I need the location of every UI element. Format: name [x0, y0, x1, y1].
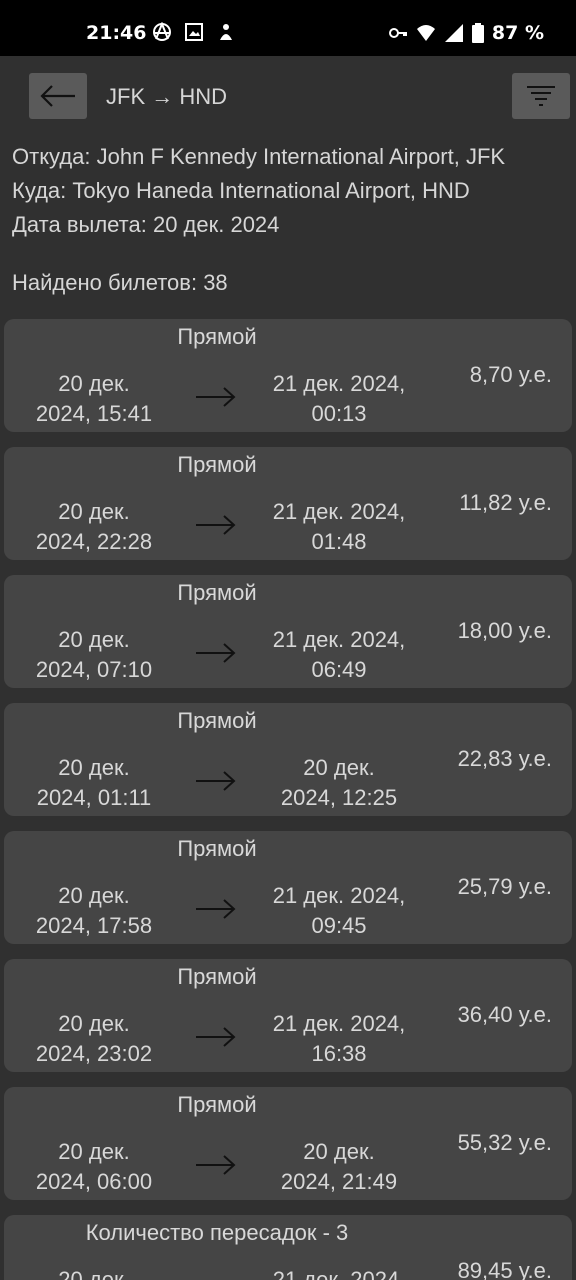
- departure-date: Дата вылета: 20 дек. 2024: [12, 212, 280, 237]
- ticket-card[interactable]: Прямой 20 дек. 2024, 23:02 21 дек. 2024, 1…: [4, 959, 572, 1072]
- departure-time: 20 дек.: [58, 1267, 130, 1280]
- arrow-right-icon: [196, 387, 236, 407]
- status-left-icons: [152, 22, 236, 42]
- ticket-price: 11,82 у.е.: [459, 490, 552, 515]
- arrival-time: 21 дек. 2024, 01:48: [272, 499, 406, 554]
- ticket-price: 55,32 у.е.: [457, 1130, 552, 1155]
- ticket-price: 89,45 у.е.: [457, 1258, 552, 1280]
- ticket-price: 8,70 у.е.: [469, 362, 552, 387]
- ticket-type: Прямой: [177, 1092, 257, 1117]
- ticket-type: Прямой: [177, 324, 257, 349]
- signal-icon: [444, 24, 463, 42]
- route-info: Откуда: John F Kennedy International Air…: [12, 140, 505, 242]
- ticket-card[interactable]: Прямой 20 дек. 2024, 01:11 20 дек. 2024, 1…: [4, 703, 572, 816]
- arrow-right-icon: [196, 771, 236, 791]
- arrival-time: 21 дек. 2024,: [272, 1267, 406, 1280]
- departure-time: 20 дек. 2024, 22:28: [35, 499, 153, 554]
- arrow-right-icon: [196, 1027, 236, 1047]
- ticket-price: 36,40 у.е.: [457, 1002, 552, 1027]
- arrival-time: 21 дек. 2024, 06:49: [272, 627, 406, 682]
- ticket-type: Прямой: [177, 836, 257, 861]
- ticket-card[interactable]: Прямой 20 дек. 2024, 06:00 20 дек. 2024, 2…: [4, 1087, 572, 1200]
- filter-button[interactable]: [512, 73, 570, 119]
- status-right: 87 %: [388, 22, 544, 44]
- ticket-type: Прямой: [177, 964, 257, 989]
- filter-icon: [527, 86, 555, 106]
- ticket-type: Количество пересадок - 3: [85, 1220, 349, 1245]
- ticket-card[interactable]: Прямой 20 дек. 2024, 07:10 21 дек. 2024, 0…: [4, 575, 572, 688]
- status-time: 21:46: [86, 22, 147, 44]
- route-title: JFK → HND: [106, 84, 227, 109]
- arrival-time: 21 дек. 2024, 00:13: [272, 371, 406, 426]
- app-bar: JFK → HND: [0, 56, 576, 138]
- arrival-time: 21 дек. 2024, 09:45: [272, 883, 406, 938]
- arrow-right-icon: [196, 515, 236, 535]
- back-button[interactable]: [29, 73, 87, 119]
- ticket-price: 25,79 у.е.: [457, 874, 552, 899]
- ticket-card[interactable]: Количество пересадок - 3 20 дек. 21 дек.…: [4, 1215, 572, 1280]
- ticket-type: Прямой: [177, 708, 257, 733]
- departure-time: 20 дек. 2024, 23:02: [35, 1011, 153, 1066]
- ticket-price: 18,00 у.е.: [457, 618, 552, 643]
- tickets-found: Найдено билетов: 38: [12, 270, 228, 295]
- ticket-type: Прямой: [177, 580, 257, 605]
- departure-time: 20 дек. 2024, 15:41: [35, 371, 153, 426]
- departure-time: 20 дек. 2024, 01:11: [36, 755, 152, 810]
- notification-icon: [220, 24, 232, 40]
- battery-percent: 87 %: [491, 22, 544, 44]
- arrival-time: 21 дек. 2024, 16:38: [272, 1011, 406, 1066]
- wifi-icon: [416, 25, 435, 41]
- arrow-left-icon: [40, 85, 75, 107]
- from-airport: Откуда: John F Kennedy International Air…: [12, 144, 506, 169]
- to-airport: Куда: Tokyo Haneda International Airport…: [12, 178, 470, 203]
- departure-time: 20 дек. 2024, 07:10: [35, 627, 153, 682]
- arrival-time: 20 дек. 2024, 12:25: [280, 755, 398, 810]
- ticket-card[interactable]: Прямой 20 дек. 2024, 15:41 21 дек. 2024, 0…: [4, 319, 572, 432]
- arrow-right-icon: [196, 643, 236, 663]
- departure-time: 20 дек. 2024, 17:58: [35, 883, 153, 938]
- ticket-card[interactable]: Прямой 20 дек. 2024, 22:28 21 дек. 2024, 0…: [4, 447, 572, 560]
- image-icon: [185, 23, 203, 41]
- ticket-type: Прямой: [177, 452, 257, 477]
- arrow-right-icon: [196, 1155, 236, 1175]
- departure-time: 20 дек. 2024, 06:00: [35, 1139, 153, 1194]
- battery-icon: [471, 23, 484, 43]
- ticket-price: 22,83 у.е.: [457, 746, 552, 771]
- status-bar: 21:46 87 %: [0, 0, 576, 56]
- anarchy-icon: [153, 22, 171, 41]
- ticket-card[interactable]: Прямой 20 дек. 2024, 17:58 21 дек. 2024, 0…: [4, 831, 572, 944]
- vpn-key-icon: [388, 28, 407, 38]
- arrival-time: 20 дек. 2024, 21:49: [280, 1139, 398, 1194]
- arrow-right-icon: [196, 899, 236, 919]
